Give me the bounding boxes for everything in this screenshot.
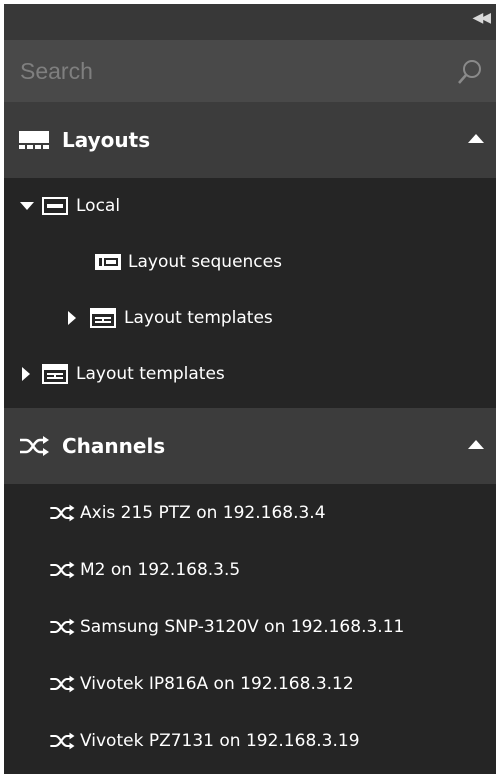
layouts-section-header[interactable]: Layouts — [4, 102, 496, 178]
channel-label: Vivotek PZ7131 on 192.168.3.19 — [80, 730, 360, 751]
channels-section-header[interactable]: Channels — [4, 408, 496, 484]
channels-list: Axis 215 PTZ on 192.168.3.4 M2 on 192.16… — [4, 484, 496, 769]
channel-label: Axis 215 PTZ on 192.168.3.4 — [80, 502, 326, 523]
expand-toggle-icon[interactable] — [22, 367, 30, 381]
channel-item[interactable]: M2 on 192.168.3.5 — [4, 541, 496, 598]
layout-template-icon — [90, 308, 116, 328]
channel-icon — [50, 732, 75, 749]
channel-label: M2 on 192.168.3.5 — [80, 559, 241, 580]
collapse-panel-icon[interactable]: ◀◀ — [472, 10, 490, 26]
channel-icon — [50, 561, 75, 578]
channel-icon — [50, 504, 75, 521]
channel-icon — [50, 618, 75, 635]
layout-template-icon — [42, 364, 68, 384]
panel-topbar: ◀◀ — [4, 4, 496, 40]
layouts-icon — [19, 131, 49, 149]
channel-label: Vivotek IP816A on 192.168.3.12 — [80, 673, 354, 694]
tree-item-layout-templates-nested[interactable]: Layout templates — [4, 290, 496, 346]
tree-item-label: Layout templates — [76, 364, 225, 384]
tree-item-layout-sequences[interactable]: Layout sequences — [4, 234, 496, 290]
search-icon[interactable] — [456, 58, 484, 86]
channel-label: Samsung SNP-3120V on 192.168.3.11 — [80, 616, 405, 637]
channels-icon — [20, 436, 49, 456]
tree-item-label: Local — [76, 196, 121, 216]
tree-item-label: Layout sequences — [128, 252, 282, 272]
layout-folder-icon — [42, 197, 68, 215]
collapse-arrow-icon[interactable] — [468, 134, 484, 143]
channel-item[interactable]: Samsung SNP-3120V on 192.168.3.11 — [4, 598, 496, 655]
expand-toggle-icon[interactable] — [20, 202, 34, 210]
layouts-tree: Local Layout sequences Layout templates — [4, 178, 496, 402]
tree-item-local[interactable]: Local — [4, 178, 496, 234]
tree-item-label: Layout templates — [124, 308, 273, 328]
search-input[interactable] — [18, 56, 442, 86]
channels-title: Channels — [62, 434, 166, 458]
channel-item[interactable]: Vivotek PZ7131 on 192.168.3.19 — [4, 712, 496, 769]
layout-sequence-icon — [95, 254, 121, 270]
expand-toggle-icon[interactable] — [68, 311, 76, 325]
collapse-arrow-icon[interactable] — [468, 440, 484, 449]
search-bar — [4, 40, 496, 102]
layouts-title: Layouts — [62, 128, 151, 152]
channel-icon — [50, 675, 75, 692]
channel-item[interactable]: Axis 215 PTZ on 192.168.3.4 — [4, 484, 496, 541]
tree-item-layout-templates[interactable]: Layout templates — [4, 346, 496, 402]
channel-item[interactable]: Vivotek IP816A on 192.168.3.12 — [4, 655, 496, 712]
side-panel: ◀◀ Layouts Local — [4, 4, 496, 774]
